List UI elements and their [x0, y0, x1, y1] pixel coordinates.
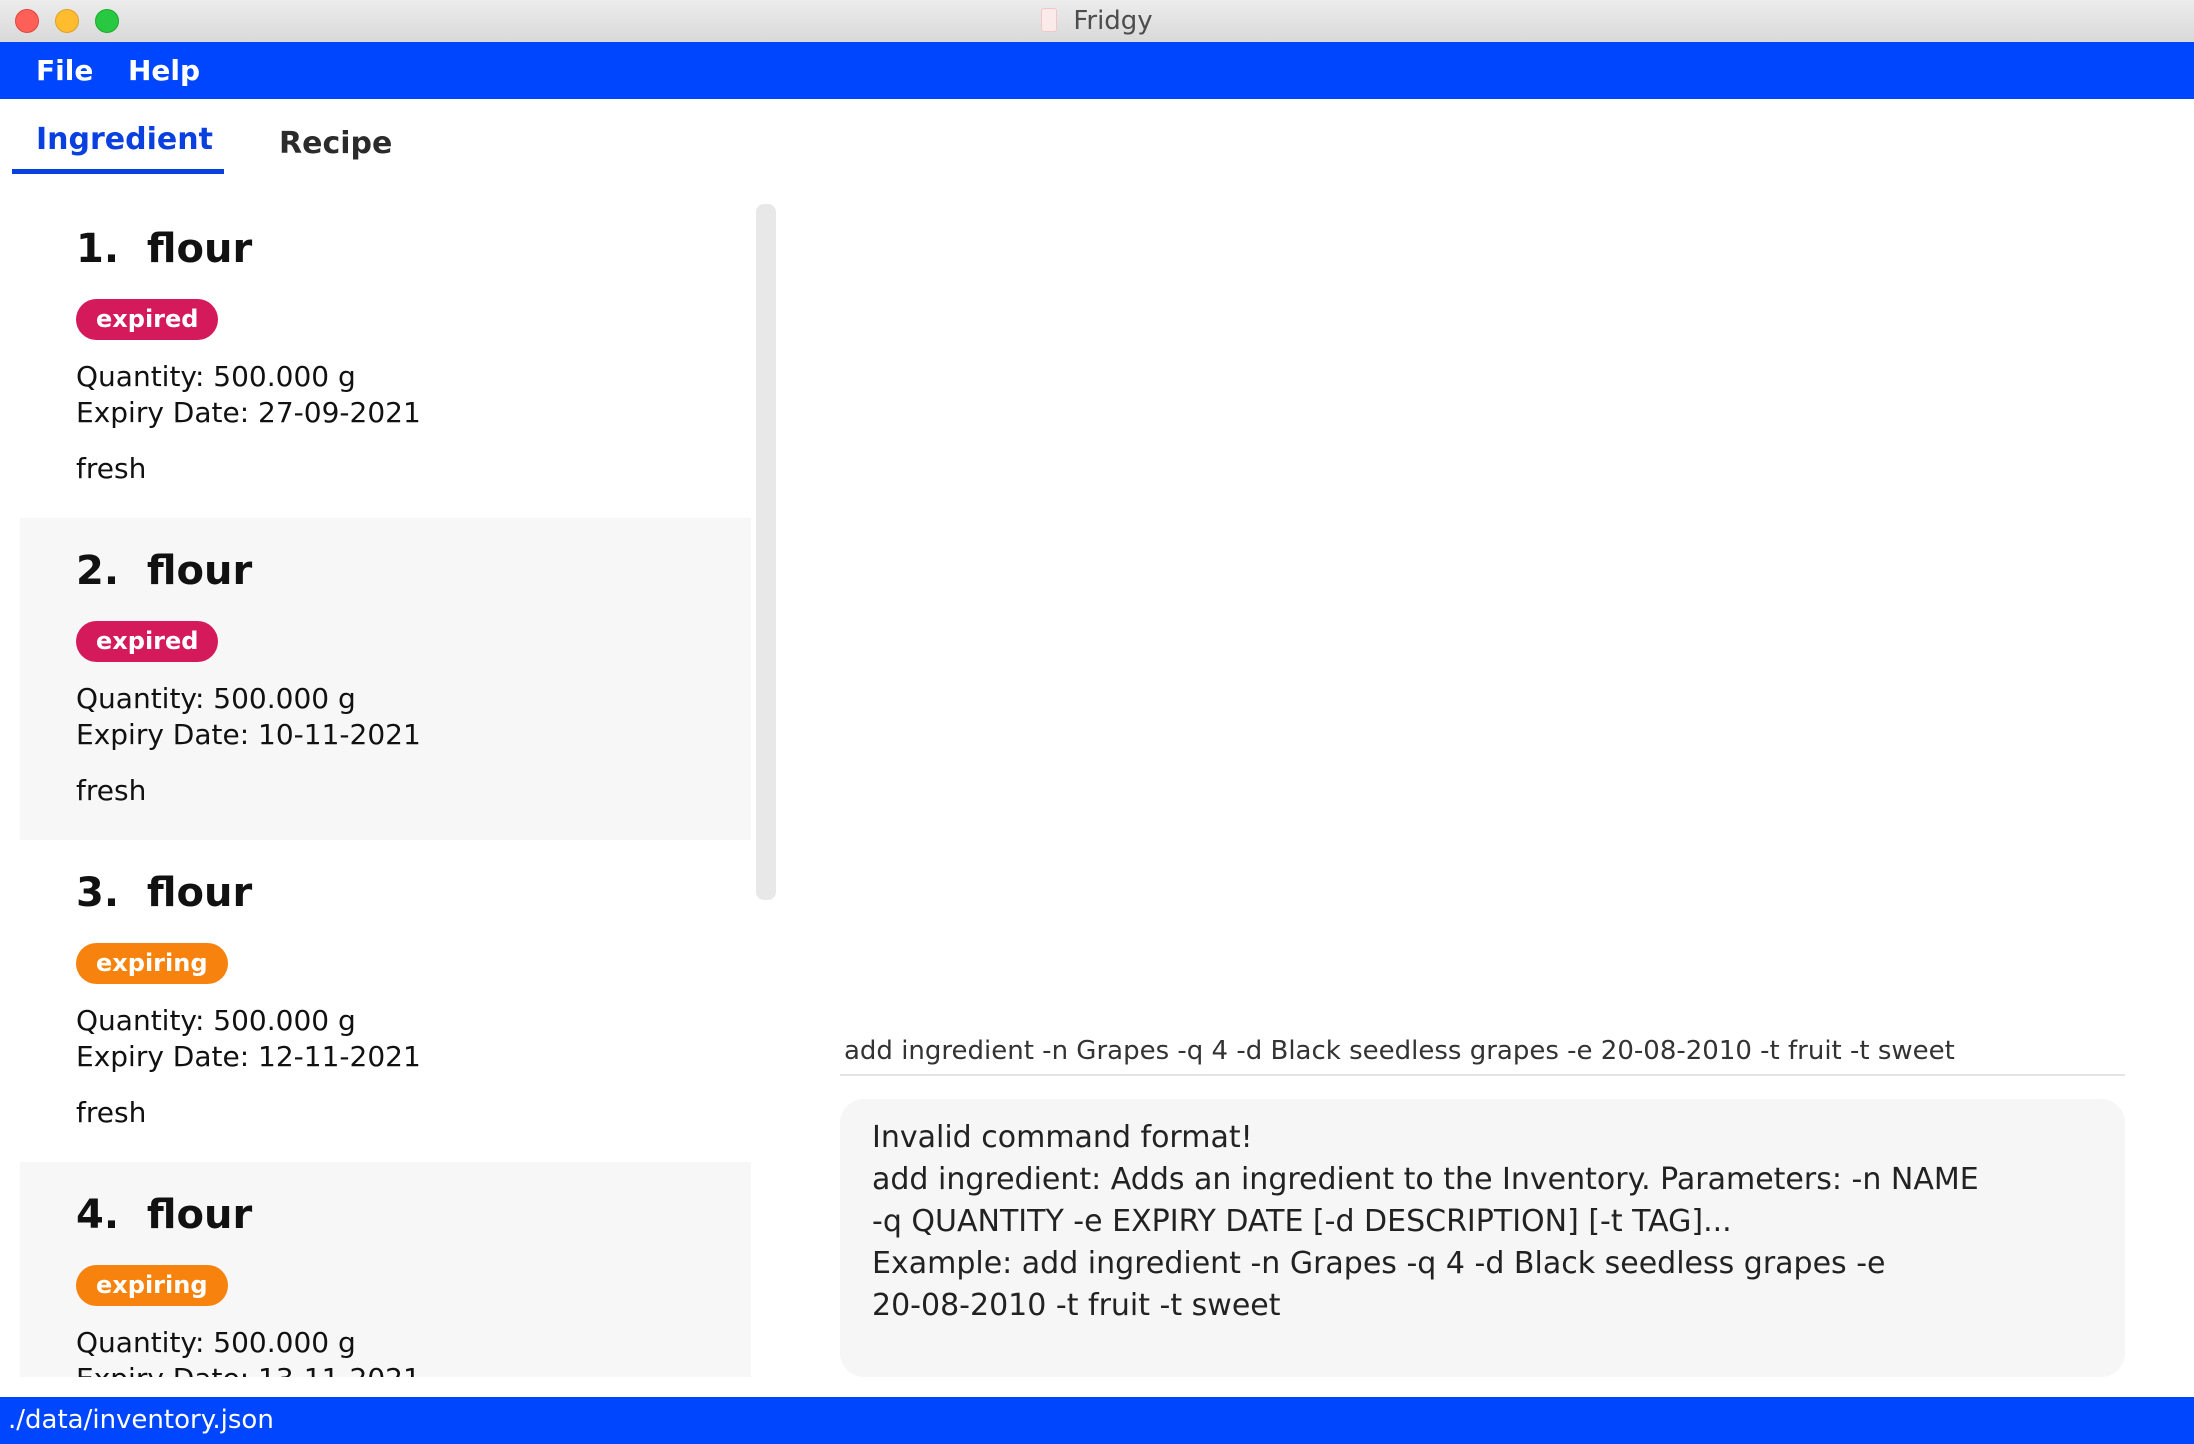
- ingredient-description: fresh: [76, 1096, 147, 1129]
- active-tab-indicator: [12, 169, 224, 174]
- ingredient-card[interactable]: 2. flour expired Quantity: 500.000 g Exp…: [20, 518, 751, 840]
- ingredient-quantity: Quantity: 500.000 g: [76, 682, 356, 715]
- result-line: Invalid command format!: [872, 1120, 1253, 1155]
- ingredient-quantity: Quantity: 500.000 g: [76, 360, 356, 393]
- menu-help[interactable]: Help: [128, 54, 200, 87]
- ingredient-expiry: Expiry Date: 12-11-2021: [76, 1040, 421, 1073]
- status-bar: ./data/inventory.json: [0, 1397, 2194, 1444]
- ingredient-title: 4. flour: [76, 1192, 253, 1238]
- app-window: Fridgy File Help Ingredient Recipe 1. fl…: [0, 0, 2194, 1444]
- data-file-path: ./data/inventory.json: [8, 1405, 274, 1435]
- ingredient-expiry: Expiry Date: 13-11-2021: [76, 1362, 421, 1377]
- ingredient-expiry: Expiry Date: 27-09-2021: [76, 396, 421, 429]
- ingredient-card[interactable]: 3. flour expiring Quantity: 500.000 g Ex…: [20, 840, 751, 1162]
- command-input[interactable]: [840, 1028, 2125, 1076]
- window-title-text: Fridgy: [1073, 6, 1153, 36]
- ingredient-card[interactable]: 4. flour expiring Quantity: 500.000 g Ex…: [20, 1162, 751, 1377]
- result-line: add ingredient: Adds an ingredient to th…: [872, 1162, 1979, 1197]
- tab-recipe[interactable]: Recipe: [279, 126, 392, 161]
- ingredient-expiry: Expiry Date: 10-11-2021: [76, 718, 421, 751]
- ingredient-description: fresh: [76, 452, 147, 485]
- result-line: 20-08-2010 -t fruit -t sweet: [872, 1288, 1281, 1323]
- ingredient-quantity: Quantity: 500.000 g: [76, 1004, 356, 1037]
- status-badge: expiring: [76, 943, 228, 984]
- ingredient-list[interactable]: 1. flour expired Quantity: 500.000 g Exp…: [20, 196, 751, 1377]
- ingredient-title: 2. flour: [76, 548, 253, 594]
- status-badge: expired: [76, 621, 219, 662]
- status-badge: expired: [76, 299, 219, 340]
- menu-file[interactable]: File: [36, 54, 93, 87]
- result-line: -q QUANTITY -e EXPIRY DATE [-d DESCRIPTI…: [872, 1204, 1732, 1239]
- tab-ingredient[interactable]: Ingredient: [36, 122, 213, 157]
- fridge-icon: [1041, 8, 1058, 32]
- title-bar[interactable]: Fridgy: [0, 0, 2194, 43]
- ingredient-description: fresh: [76, 774, 147, 807]
- ingredient-quantity: Quantity: 500.000 g: [76, 1326, 356, 1359]
- ingredient-title: 3. flour: [76, 870, 253, 916]
- result-display: Invalid command format! add ingredient: …: [840, 1099, 2125, 1377]
- result-line: Example: add ingredient -n Grapes -q 4 -…: [872, 1246, 1886, 1281]
- menu-bar: File Help: [0, 42, 2194, 99]
- ingredient-title: 1. flour: [76, 226, 253, 272]
- ingredient-card[interactable]: 1. flour expired Quantity: 500.000 g Exp…: [20, 196, 751, 518]
- window-title: Fridgy: [0, 6, 2194, 36]
- status-badge: expiring: [76, 1265, 228, 1306]
- list-scrollbar[interactable]: [756, 204, 776, 900]
